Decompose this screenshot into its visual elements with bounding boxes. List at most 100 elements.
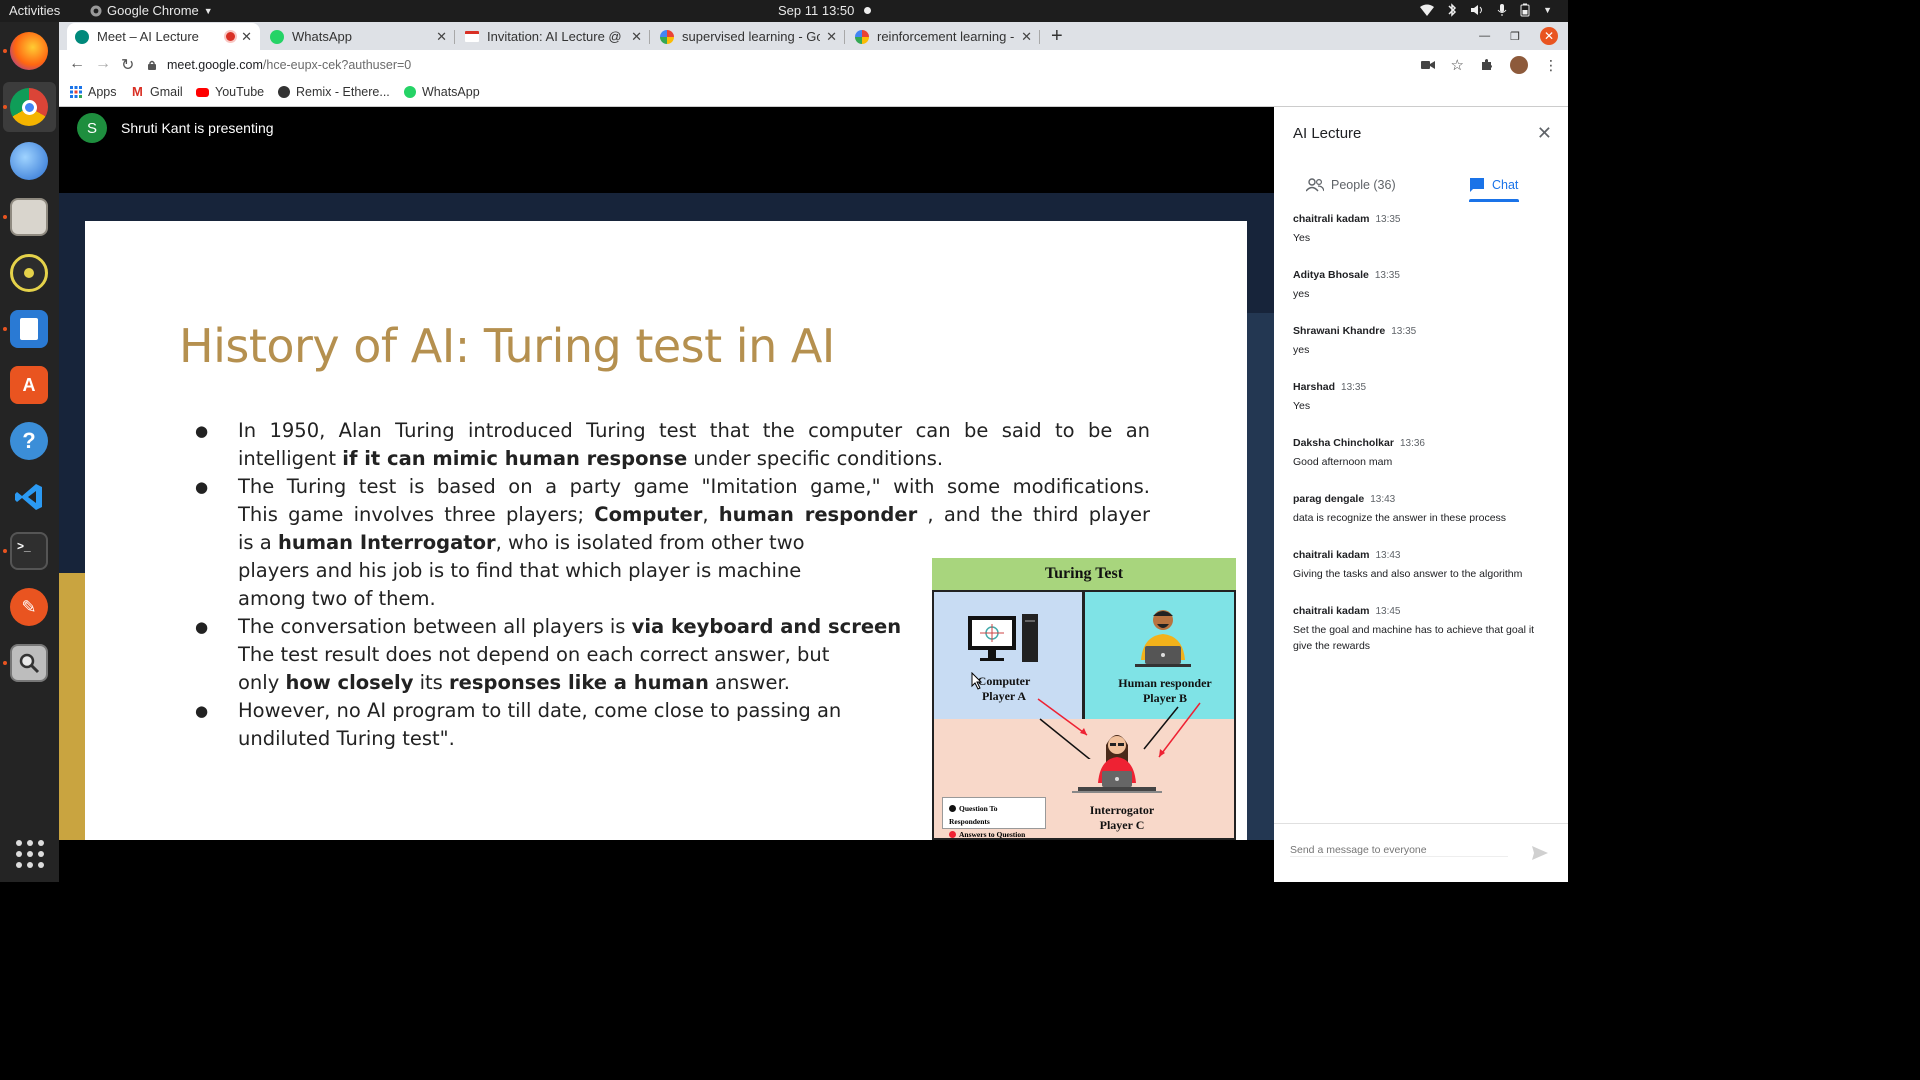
tab-close-icon[interactable]: ✕ <box>241 29 252 45</box>
message-time: 13:35 <box>1374 270 1400 281</box>
tab-people[interactable]: People (36) <box>1306 169 1396 201</box>
running-indicator <box>3 549 7 553</box>
extensions-icon[interactable] <box>1480 58 1494 72</box>
message-text: Good afternoon mam <box>1293 456 1393 468</box>
tab-meet[interactable]: Meet – AI Lecture ✕ <box>67 23 260 50</box>
magnifier-icon[interactable] <box>10 644 48 682</box>
running-indicator <box>3 215 7 219</box>
activities-button[interactable]: Activities <box>9 3 60 18</box>
chrome-icon[interactable] <box>10 88 48 126</box>
tab-chat[interactable]: Chat <box>1469 169 1519 202</box>
restore-icon[interactable]: ❐ <box>1510 30 1520 43</box>
slide-title: History of AI: Turing test in AI <box>179 319 835 373</box>
tab-close-icon[interactable]: ✕ <box>436 29 447 45</box>
meet-call-view: S Shruti Kant is presenting History of A… <box>59 107 1568 882</box>
files-icon[interactable] <box>10 198 48 236</box>
new-tab-button[interactable]: + <box>1051 25 1063 48</box>
bookmark-youtube[interactable]: YouTube <box>196 85 264 99</box>
bookmarks-bar: Apps M Gmail YouTube Remix - Ethere... W… <box>59 80 1568 107</box>
back-icon[interactable]: ← <box>69 55 85 73</box>
message-text: Yes <box>1293 400 1311 412</box>
message-header: Shrawani Khandre 13:35 <box>1293 325 1553 337</box>
inkscape-icon[interactable]: ✎ <box>10 588 48 626</box>
message-time: 13:43 <box>1370 494 1396 505</box>
message-header: chaitrali kadam 13:43 <box>1293 549 1553 561</box>
chat-message-input[interactable] <box>1290 844 1508 857</box>
chat-message: Aditya Bhosale 13:35 yes <box>1293 269 1553 302</box>
gmail-icon: M <box>132 84 143 99</box>
profile-avatar[interactable] <box>1510 56 1528 74</box>
battery-icon <box>1520 3 1530 17</box>
tab-close-icon[interactable]: ✕ <box>1021 29 1032 45</box>
terminal-icon[interactable]: >_ <box>10 532 48 570</box>
label-line: Player C <box>1099 818 1145 832</box>
bullet-text: intelligent if it can mimic human respon… <box>238 447 944 470</box>
sender-name: Shrawani Khandre <box>1293 325 1386 337</box>
presenter-text: Shruti Kant is presenting <box>121 120 274 136</box>
tab-invitation[interactable]: Invitation: AI Lecture @ Fr ✕ <box>457 23 650 50</box>
firefox-icon[interactable] <box>10 32 48 70</box>
legend-text: Answers to Question <box>959 830 1026 839</box>
legend-text: Question To Respondents <box>949 804 998 826</box>
rhythmbox-icon[interactable] <box>10 254 48 292</box>
recording-icon <box>226 32 236 41</box>
help-icon[interactable]: ? <box>10 422 48 460</box>
clock[interactable]: Sep 11 13:50 <box>778 3 872 18</box>
panel-title: AI Lecture <box>1293 125 1362 142</box>
forward-icon[interactable]: → <box>95 55 111 73</box>
figure-title: Turing Test <box>932 558 1236 590</box>
caret-down-icon: ▼ <box>203 5 213 16</box>
label-line: Computer <box>977 674 1031 688</box>
url-path: /hce-eupx-cek?authuser=0 <box>262 58 412 72</box>
remix-icon <box>278 86 290 98</box>
player-c-panel: Question To Respondents Answers to Quest… <box>932 698 1236 840</box>
reload-icon[interactable]: ↻ <box>121 55 134 75</box>
message-header: chaitrali kadam 13:45 <box>1293 605 1553 617</box>
bookmark-whatsapp[interactable]: WhatsApp <box>404 85 480 99</box>
minimize-icon[interactable]: — <box>1479 30 1490 42</box>
window-close-icon[interactable]: ✕ <box>1540 27 1558 45</box>
system-menu-caret-icon: ▼ <box>1543 5 1552 15</box>
thunderbird-icon[interactable] <box>10 142 48 180</box>
tab-title: WhatsApp <box>292 29 352 44</box>
camera-icon[interactable] <box>1420 59 1435 71</box>
chrome-small-icon <box>90 5 102 16</box>
app-menu[interactable]: Google Chrome ▼ <box>90 3 213 18</box>
sender-name: chaitrali kadam <box>1293 213 1370 225</box>
panel-close-icon[interactable]: ✕ <box>1537 123 1552 144</box>
running-indicator <box>3 327 7 331</box>
bookmark-remix[interactable]: Remix - Ethere... <box>278 85 390 99</box>
sender-name: parag dengale <box>1293 493 1365 505</box>
screen: Activities Google Chrome ▼ Sep 11 13:50 … <box>0 0 1568 882</box>
presentation-stage[interactable]: History of AI: Turing test in AI In 1950… <box>59 193 1274 840</box>
toolbar-actions: ☆ ⋮ <box>1420 56 1558 74</box>
chat-messages: chaitrali kadam 13:35 Yes Aditya Bhosale 13… <box>1293 213 1553 677</box>
tab-close-icon[interactable]: ✕ <box>631 29 642 45</box>
tab-whatsapp[interactable]: WhatsApp ✕ <box>262 23 455 50</box>
legend-black-dot-icon <box>949 805 956 812</box>
tab-separator <box>1039 30 1040 44</box>
chat-icon <box>1470 178 1484 192</box>
tab-strip: Meet – AI Lecture ✕ WhatsApp ✕ Invitatio… <box>59 22 1568 50</box>
menu-kebab-icon[interactable]: ⋮ <box>1544 57 1558 74</box>
bookmark-apps[interactable]: Apps <box>70 85 117 99</box>
send-icon[interactable] <box>1532 846 1548 860</box>
tab-close-icon[interactable]: ✕ <box>826 29 837 45</box>
writer-icon[interactable] <box>10 310 48 348</box>
bookmark-star-icon[interactable]: ☆ <box>1451 56 1464 74</box>
presenter-avatar: S <box>77 113 107 143</box>
software-center-icon[interactable]: A <box>10 366 48 404</box>
meet-favicon-icon <box>75 29 89 44</box>
bookmark-gmail[interactable]: M Gmail <box>132 85 183 99</box>
address-bar[interactable]: meet.google.com/hce-eupx-cek?authuser=0 <box>147 52 1477 78</box>
bullet-text: In 1950, Alan Turing introduced Turing t… <box>238 419 1150 442</box>
youtube-icon <box>196 87 209 97</box>
show-applications-icon[interactable] <box>16 840 44 868</box>
system-tray[interactable]: ▼ <box>1420 3 1552 17</box>
tab-supervised-learning[interactable]: supervised learning - Goo ✕ <box>652 23 845 50</box>
vscode-icon[interactable] <box>10 478 48 516</box>
sender-name: chaitrali kadam <box>1293 549 1370 561</box>
tab-separator <box>649 30 650 44</box>
tab-reinforcement-learning[interactable]: reinforcement learning - G ✕ <box>847 23 1040 50</box>
bookmark-label: WhatsApp <box>422 85 480 99</box>
